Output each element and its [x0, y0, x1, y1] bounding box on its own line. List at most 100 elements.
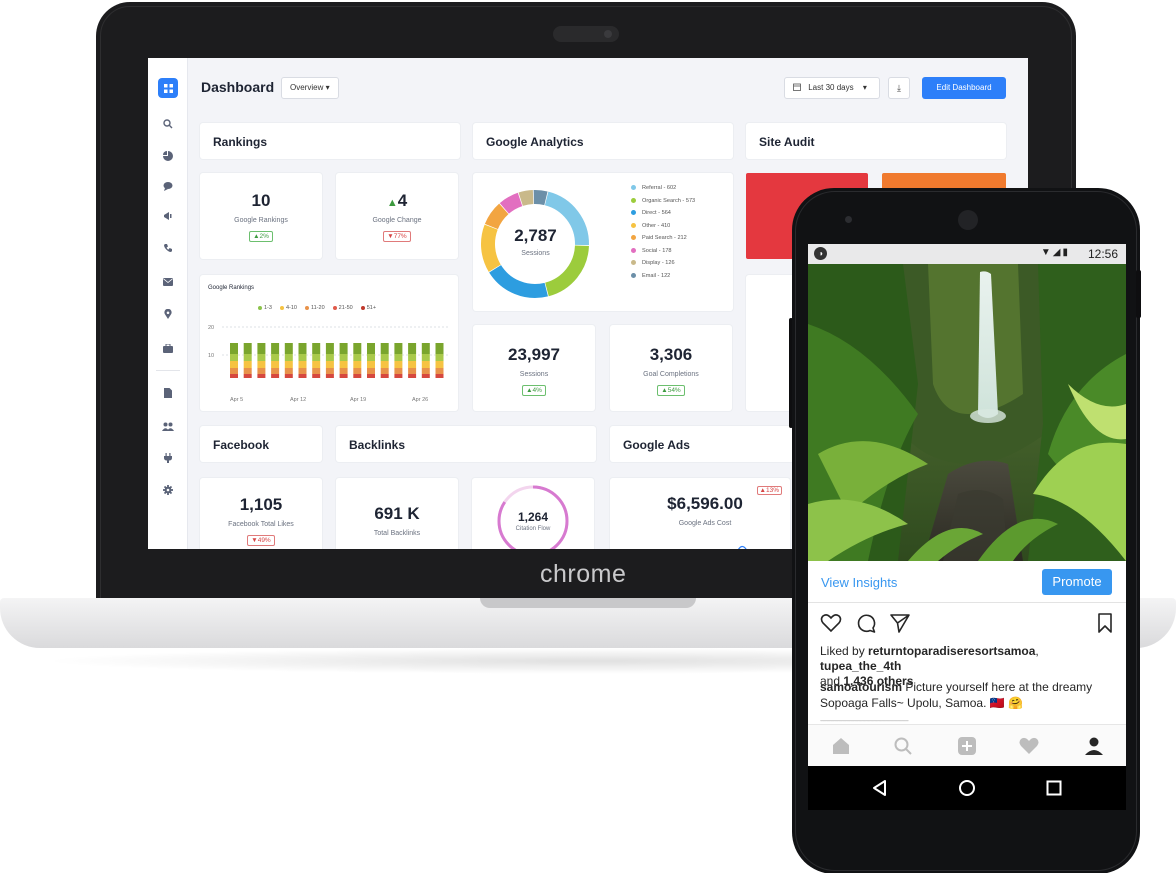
heart-icon[interactable] [820, 612, 842, 634]
section-title: Google Ads [623, 438, 690, 452]
donut-slice [484, 203, 509, 230]
donut-label: Sessions [521, 250, 550, 257]
bar-segment [339, 361, 348, 368]
bar-segment [230, 343, 238, 354]
bar-segment [408, 361, 417, 368]
legend-label: Email - 122 [642, 272, 671, 279]
page-title: Dashboard [201, 79, 275, 95]
date-range-label: Last 30 days [808, 83, 854, 92]
bar-segment [421, 354, 430, 361]
users-icon[interactable] [158, 416, 178, 436]
briefcase-icon[interactable] [158, 338, 178, 358]
sync-status-icon: ◑ [814, 247, 827, 260]
post-photo[interactable] [808, 264, 1126, 561]
bar-segment [339, 368, 348, 374]
location-icon[interactable] [158, 304, 178, 324]
bar-segment [421, 361, 430, 368]
promote-button[interactable]: Promote [1042, 569, 1112, 595]
download-icon[interactable]: ⤓ [888, 77, 910, 99]
insights-bar: View Insights Promote [808, 561, 1126, 603]
bar-segment [408, 374, 417, 378]
ads-cost-sparkline [738, 545, 747, 549]
likes-prefix: Liked by [820, 644, 869, 658]
facebook-header: Facebook [200, 426, 322, 462]
analytics-donut-card: 2,787 Sessions Referral - 602 Organic Sea… [473, 173, 733, 311]
bar-segment [367, 374, 375, 378]
bar-segment [298, 354, 307, 361]
bar-segment [325, 374, 334, 378]
bar-segment [408, 368, 417, 374]
waterfall-photo [808, 264, 1126, 561]
toolbar: Dashboard Overview ▾ Last 30 days ▾ ⤓ Ed… [188, 58, 1028, 108]
legend-item: Organic Search - 573 [631, 198, 695, 211]
pie-icon[interactable] [158, 146, 178, 166]
phone-speaker [958, 210, 978, 230]
mail-icon[interactable] [158, 272, 178, 292]
caption-username[interactable]: samoatourism [820, 680, 902, 694]
search-icon[interactable] [158, 114, 178, 134]
stat-label: Google Rankings [234, 217, 288, 224]
bookmark-icon[interactable] [1094, 612, 1116, 634]
sessions-card: 23,997 Sessions ▲4% [473, 325, 595, 411]
stat-label: Goal Completions [643, 371, 699, 378]
bar-segment [284, 354, 293, 361]
document-icon[interactable] [158, 383, 178, 403]
heart-icon[interactable] [1018, 735, 1040, 757]
facebook-likes-card: 1,105 Facebook Total Likes ▼49% [200, 478, 322, 549]
profile-icon[interactable] [1083, 735, 1105, 757]
home-icon[interactable] [830, 735, 852, 757]
bar-segment [353, 354, 362, 361]
bar-segment [257, 374, 266, 378]
edit-dashboard-button[interactable]: Edit Dashboard [922, 77, 1006, 99]
grid-icon[interactable] [158, 78, 178, 98]
analytics-legend: Referral - 602 Organic Search - 573 Direct… [631, 185, 695, 285]
donut-slice [533, 190, 548, 206]
bar-segment [435, 368, 444, 374]
y-tick-label: 10 [208, 353, 214, 359]
stat-value: 10 [251, 191, 271, 210]
bar-segment [243, 361, 252, 368]
plug-icon[interactable] [158, 448, 178, 468]
home-button-icon[interactable] [955, 776, 979, 800]
date-range-select[interactable]: Last 30 days ▾ [784, 77, 880, 99]
legend-swatch [631, 185, 636, 191]
donut-slice [489, 264, 548, 298]
bar-segment [312, 343, 321, 354]
view-select[interactable]: Overview ▾ [281, 77, 339, 99]
bar-segment [298, 343, 307, 354]
chat-icon[interactable] [158, 176, 178, 196]
stat-label: Google Change [372, 217, 422, 224]
signal-icons: ▼◢▮ [1040, 247, 1070, 258]
bar-segment [230, 374, 238, 378]
x-tick-label: Apr 26 [412, 397, 428, 403]
share-icon[interactable] [889, 612, 911, 634]
megaphone-icon[interactable] [158, 206, 178, 226]
search-icon[interactable] [892, 735, 914, 757]
site-audit-header: Site Audit [746, 123, 1006, 159]
bar-segment [408, 354, 417, 361]
bar-segment [380, 354, 389, 361]
bar-segment [353, 374, 362, 378]
bar-segment [353, 343, 362, 354]
legend-label: Direct - 564 [642, 210, 671, 216]
section-title: Facebook [213, 438, 270, 452]
x-tick-label: Apr 19 [350, 397, 366, 403]
bar-segment [257, 354, 266, 361]
bar-segment [230, 354, 238, 361]
bar-segment [312, 354, 321, 361]
liked-by-user[interactable]: tupea_the_4th [820, 659, 901, 673]
recents-icon[interactable] [1042, 776, 1066, 800]
bar-segment [435, 354, 444, 361]
phone-icon[interactable] [158, 238, 178, 258]
gear-icon[interactable] [158, 480, 178, 500]
view-insights-link[interactable]: View Insights [821, 575, 897, 590]
stat-value: 23,997 [508, 345, 560, 364]
bar-segment [230, 361, 238, 368]
phone-power-button [1136, 270, 1141, 318]
status-bar: ◑ ▼◢▮ 12:56 [808, 244, 1126, 264]
back-icon[interactable] [868, 776, 892, 800]
liked-by-user[interactable]: returntoparadiseresortsamoa [868, 644, 1035, 658]
add-icon[interactable] [956, 735, 978, 757]
comment-icon[interactable] [855, 612, 877, 634]
trend-badge: ▼49% [247, 535, 275, 546]
